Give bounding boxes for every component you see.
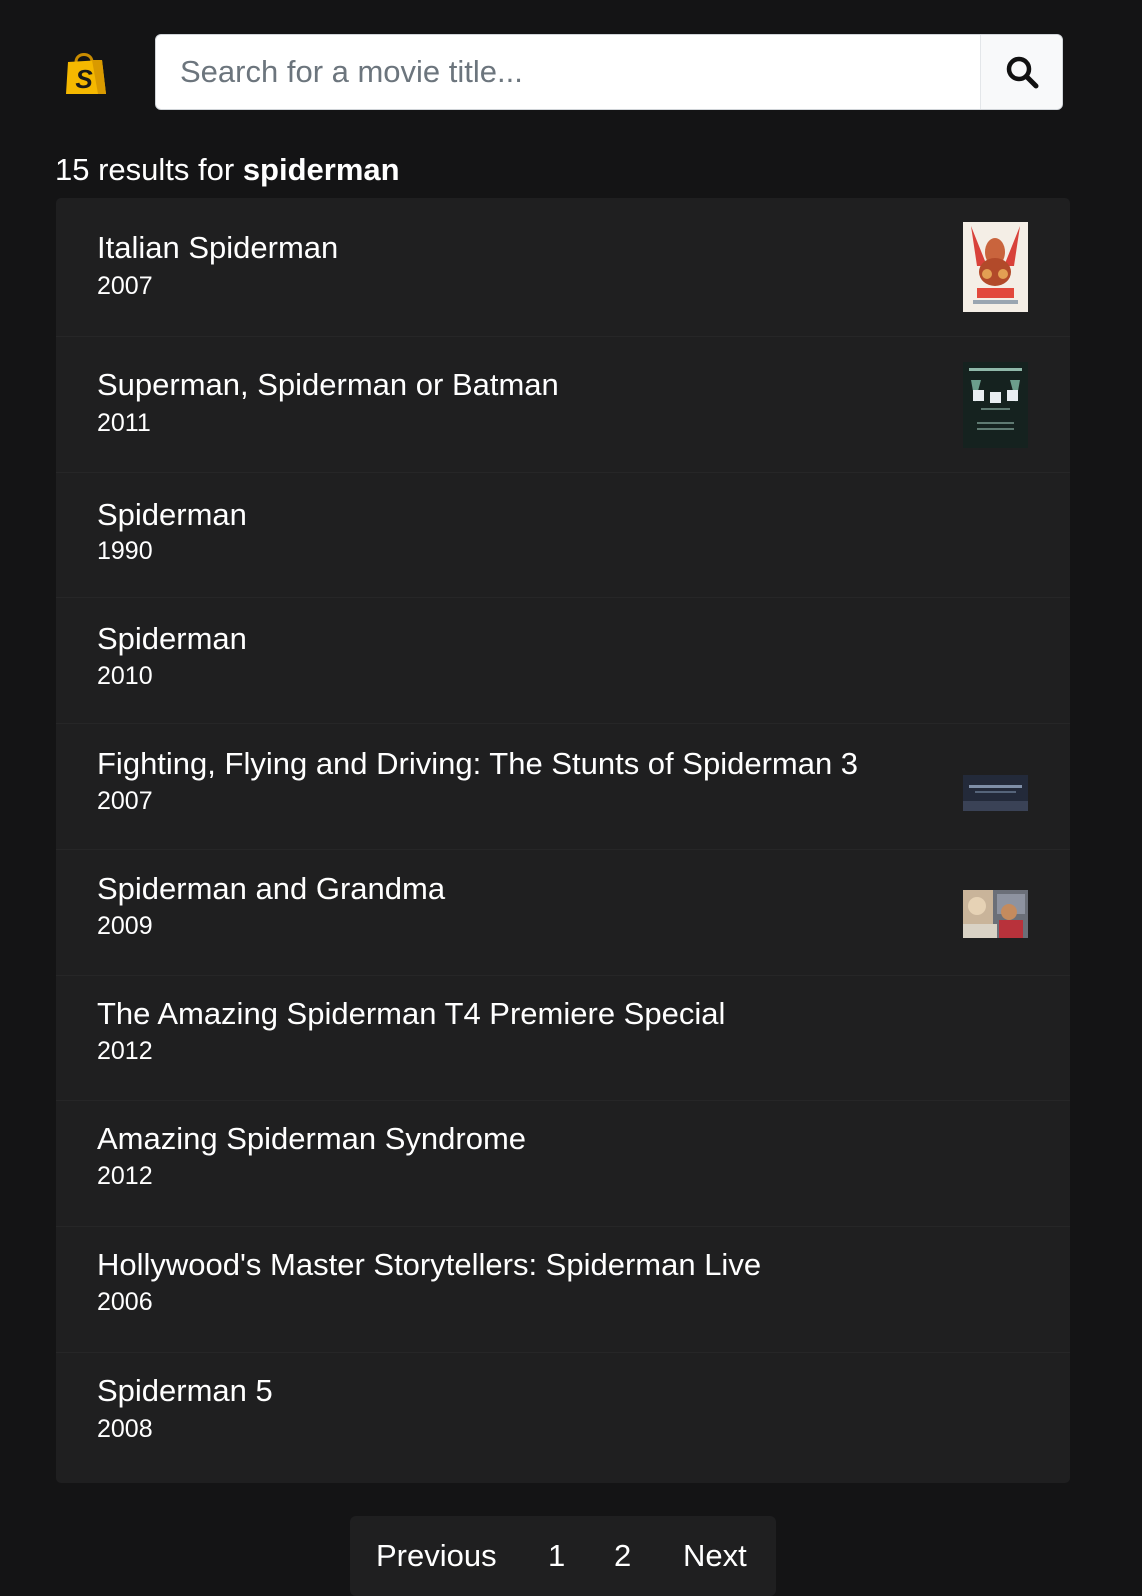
list-item[interactable]: Amazing Spiderman Syndrome 2012	[56, 1100, 1070, 1226]
list-item[interactable]: Spiderman and Grandma 2009	[56, 849, 1070, 975]
previous-page-button[interactable]: Previous	[376, 1516, 497, 1574]
movie-title: Amazing Spiderman Syndrome	[97, 1121, 527, 1156]
movie-title: Fighting, Flying and Driving: The Stunts…	[97, 746, 859, 781]
movie-year: 2012	[97, 1162, 153, 1190]
list-item[interactable]: Hollywood's Master Storytellers: Spiderm…	[56, 1226, 1070, 1352]
movie-still-thumbnail	[963, 890, 1028, 938]
movie-still-thumbnail	[963, 775, 1028, 811]
results-count-text: 15 results for	[55, 152, 243, 187]
results-query: spiderman	[242, 152, 400, 187]
list-item[interactable]: The Amazing Spiderman T4 Premiere Specia…	[56, 975, 1070, 1100]
page-2-button[interactable]: 2	[614, 1516, 631, 1574]
list-item[interactable]: Fighting, Flying and Driving: The Stunts…	[56, 723, 1070, 849]
search-input[interactable]	[156, 35, 980, 109]
movie-year: 2006	[97, 1288, 153, 1316]
movie-title: Hollywood's Master Storytellers: Spiderm…	[97, 1247, 762, 1282]
list-item[interactable]: Spiderman 1990	[56, 472, 1070, 597]
results-list: Italian Spiderman 2007 Superman, Spiderm…	[56, 198, 1070, 1483]
movie-title: Spiderman	[97, 497, 247, 532]
results-summary: 15 results for spiderman	[55, 152, 400, 188]
movie-title: Spiderman	[97, 621, 247, 656]
list-item[interactable]: Italian Spiderman 2007	[56, 198, 1070, 336]
movie-title: Italian Spiderman	[97, 230, 339, 265]
list-item[interactable]: Spiderman 5 2008	[56, 1352, 1070, 1483]
movie-year: 2007	[97, 272, 153, 300]
list-item[interactable]: Spiderman 2010	[56, 597, 1070, 723]
movie-poster-thumbnail	[963, 222, 1028, 312]
movie-year: 2010	[97, 662, 153, 690]
movie-year: 2007	[97, 787, 153, 815]
shopify-logo-icon[interactable]: S	[62, 48, 108, 96]
movie-year: 2012	[97, 1037, 153, 1065]
movie-title: The Amazing Spiderman T4 Premiere Specia…	[97, 996, 726, 1031]
movie-title: Superman, Spiderman or Batman	[97, 367, 559, 402]
search-button[interactable]	[980, 35, 1062, 109]
movie-title: Spiderman and Grandma	[97, 871, 446, 906]
page-1-button[interactable]: 1	[548, 1516, 565, 1574]
svg-text:S: S	[75, 64, 93, 94]
movie-title: Spiderman 5	[97, 1373, 273, 1408]
pagination: Previous 1 2 Next	[350, 1516, 776, 1596]
list-item[interactable]: Superman, Spiderman or Batman 2011	[56, 336, 1070, 472]
movie-year: 2011	[97, 409, 151, 437]
movie-year: 2008	[97, 1415, 153, 1443]
next-page-button[interactable]: Next	[683, 1516, 747, 1574]
movie-poster-thumbnail	[963, 362, 1028, 448]
search-icon	[1006, 56, 1038, 89]
movie-year: 1990	[97, 537, 153, 565]
movie-year: 2009	[97, 912, 153, 940]
search-bar	[155, 34, 1063, 110]
